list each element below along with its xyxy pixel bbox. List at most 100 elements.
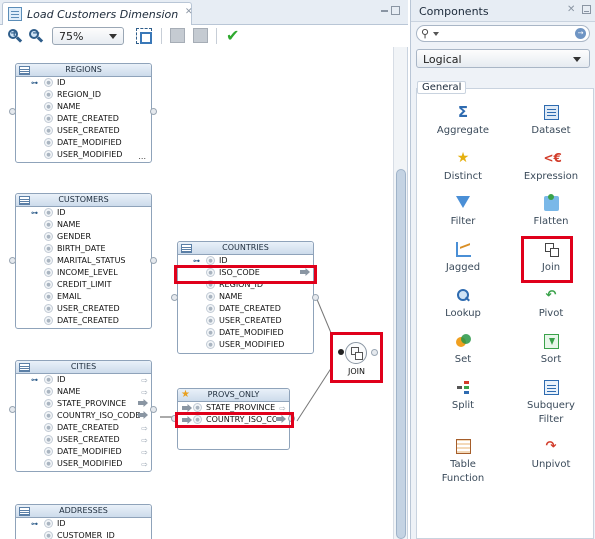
attribute-icon: ● [193,403,202,412]
attribute-row[interactable]: ⊶ ● ID [16,518,151,530]
attribute-row[interactable]: ● CUSTOMER_ID [16,530,151,539]
arrow-right-icon [138,399,148,407]
attribute-row[interactable]: ● GENDER [16,231,151,243]
attribute-row[interactable]: ● DATE_CREATED ⇨ [16,422,151,434]
entity-title: REGIONS [65,65,102,74]
output-port[interactable] [150,108,157,115]
attribute-row[interactable]: ● BIRTH_DATE [16,243,151,255]
attribute-row[interactable]: ⊶ ● ID ⇨ [16,374,151,386]
vertical-scrollbar[interactable] [393,47,407,539]
palette-category-select[interactable]: Logical [416,49,590,68]
entity-header: CITIES [16,361,151,374]
zoom-in-button[interactable]: + [7,28,23,44]
component-unpivot[interactable]: ↷ Unpivot [509,439,593,472]
attribute-row[interactable]: ● NAME [178,291,313,303]
entity-addresses[interactable]: ADDRESSES ⊶ ● ID ● CUSTOMER_ID [15,504,152,539]
validate-check-icon[interactable]: ✔ [226,26,239,45]
component-sort[interactable]: Sort [509,334,593,367]
chevron-down-icon[interactable] [433,32,439,36]
minimize-icon[interactable] [582,5,591,14]
component-dataset[interactable]: Dataset [509,105,593,138]
component-aggregate[interactable]: Σ Aggregate [421,105,505,138]
attribute-row[interactable]: ● DATE_MODIFIED [16,137,151,149]
attribute-row[interactable]: ● STATE_PROVINCE [16,398,151,410]
attribute-row[interactable]: ● NAME ⇨ [16,386,151,398]
attribute-row[interactable]: ● DATE_MODIFIED ⇨ [16,446,151,458]
search-icon[interactable]: ⚲ [421,27,429,40]
output-port[interactable] [150,406,157,413]
minimize-icon[interactable] [381,10,388,12]
group-general-label[interactable]: General [417,81,467,94]
attribute-row[interactable]: ● USER_MODIFIED ⇨ [16,458,151,470]
attribute-row[interactable]: ● NAME [16,219,151,231]
attribute-row[interactable]: ● INCOME_LEVEL [16,267,151,279]
output-port[interactable] [371,349,378,356]
attribute-row[interactable]: ● NAME [16,101,151,113]
input-port[interactable] [338,349,344,355]
jagged-icon [455,242,471,257]
close-icon[interactable]: ✕ [567,4,575,15]
attribute-icon: ● [206,256,215,265]
zoom-level-select[interactable]: 75% [52,27,124,45]
attribute-row[interactable]: ● DATE_MODIFIED [178,327,313,339]
attribute-icon: ● [44,280,53,289]
component-label: Set [454,354,472,365]
entity-countries[interactable]: COUNTRIES ⊶ ● ID ● ISO_CODE ● REGION_ID ● NAM… [177,241,314,354]
attribute-row[interactable]: ⊶ ● ID [16,207,151,219]
attribute-row[interactable]: ● CREDIT_LIMIT [16,279,151,291]
component-expression[interactable]: <€ Expression [509,151,593,184]
attribute-name: BIRTH_DATE [57,244,106,253]
output-port[interactable] [312,294,319,301]
input-port[interactable] [171,294,178,301]
attribute-name: USER_CREATED [219,316,282,325]
output-port[interactable] [150,257,157,264]
maximize-icon[interactable] [391,6,400,15]
attribute-row[interactable]: ● COUNTRY_ISO_CODE [16,410,151,422]
search-go-icon[interactable]: → [575,28,586,39]
component-filter[interactable]: Filter [421,196,505,229]
component-table-function[interactable]: Table Function [421,439,505,486]
attribute-row[interactable]: ⊶ ● ID [16,77,151,89]
close-icon[interactable]: ✕ [185,7,193,17]
attribute-row[interactable]: ● USER_CREATED [16,303,151,315]
attribute-row[interactable]: ● USER_CREATED ⇨ [16,434,151,446]
attribute-row[interactable]: ● REGION_ID [16,89,151,101]
attribute-row[interactable]: ● DATE_CREATED [16,113,151,125]
zoom-out-button[interactable]: − [28,28,44,44]
output-port[interactable] [9,257,16,264]
output-port[interactable] [9,108,16,115]
attribute-row[interactable]: ● DATE_CREATED [16,315,151,327]
attribute-row[interactable]: ● USER_CREATED [178,315,313,327]
component-set[interactable]: Set [421,334,505,367]
fit-to-window-icon[interactable] [136,28,152,44]
attribute-row[interactable]: ● USER_CREATED [16,125,151,137]
scrollbar-thumb[interactable] [396,169,406,539]
entity-regions[interactable]: REGIONS ⊶ ● ID ● REGION_ID ● NAME ● DATE_CREA… [15,63,152,163]
attribute-row[interactable]: ● EMAIL [16,291,151,303]
component-jagged[interactable]: Jagged [421,242,505,275]
attribute-row[interactable]: ● MARITAL_STATUS [16,255,151,267]
attribute-icon: ● [206,292,215,301]
component-pivot[interactable]: ↶ Pivot [509,288,593,321]
mapping-canvas[interactable]: REGIONS ⊶ ● ID ● REGION_ID ● NAME ● DATE_CREA… [0,47,393,539]
attribute-row[interactable]: ● USER_MODIFIED [16,149,151,161]
toolbar-divider [161,28,162,44]
entity-title: COUNTRIES [222,243,269,252]
component-subquery-filter[interactable]: Subquery Filter [509,380,593,427]
component-flatten[interactable]: Flatten [509,194,593,229]
component-distinct[interactable]: ★ Distinct [421,151,505,184]
more-indicator[interactable]: ... [138,152,146,161]
properties-icon[interactable] [193,28,208,43]
join-operator[interactable]: JOIN [330,332,383,383]
entity-cities[interactable]: CITIES ⊶ ● ID ⇨ ● NAME ⇨ ● STATE_PROVINCE ● COU… [15,360,152,472]
filter-icon [456,196,470,208]
entity-customers[interactable]: CUSTOMERS ⊶ ● ID ● NAME ● GENDER ● BIRTH_DATE… [15,193,152,329]
component-lookup[interactable]: Lookup [421,288,505,321]
attribute-row[interactable]: ● DATE_CREATED [178,303,313,315]
output-port[interactable] [9,406,16,413]
palette-search-input[interactable]: ⚲ → [416,25,590,42]
attribute-row[interactable]: ● USER_MODIFIED [178,339,313,351]
auto-layout-icon[interactable] [170,28,185,43]
component-split[interactable]: Split [421,380,505,413]
tab-load-customers-dimension[interactable]: Load Customers Dimension ✕ [2,2,193,25]
